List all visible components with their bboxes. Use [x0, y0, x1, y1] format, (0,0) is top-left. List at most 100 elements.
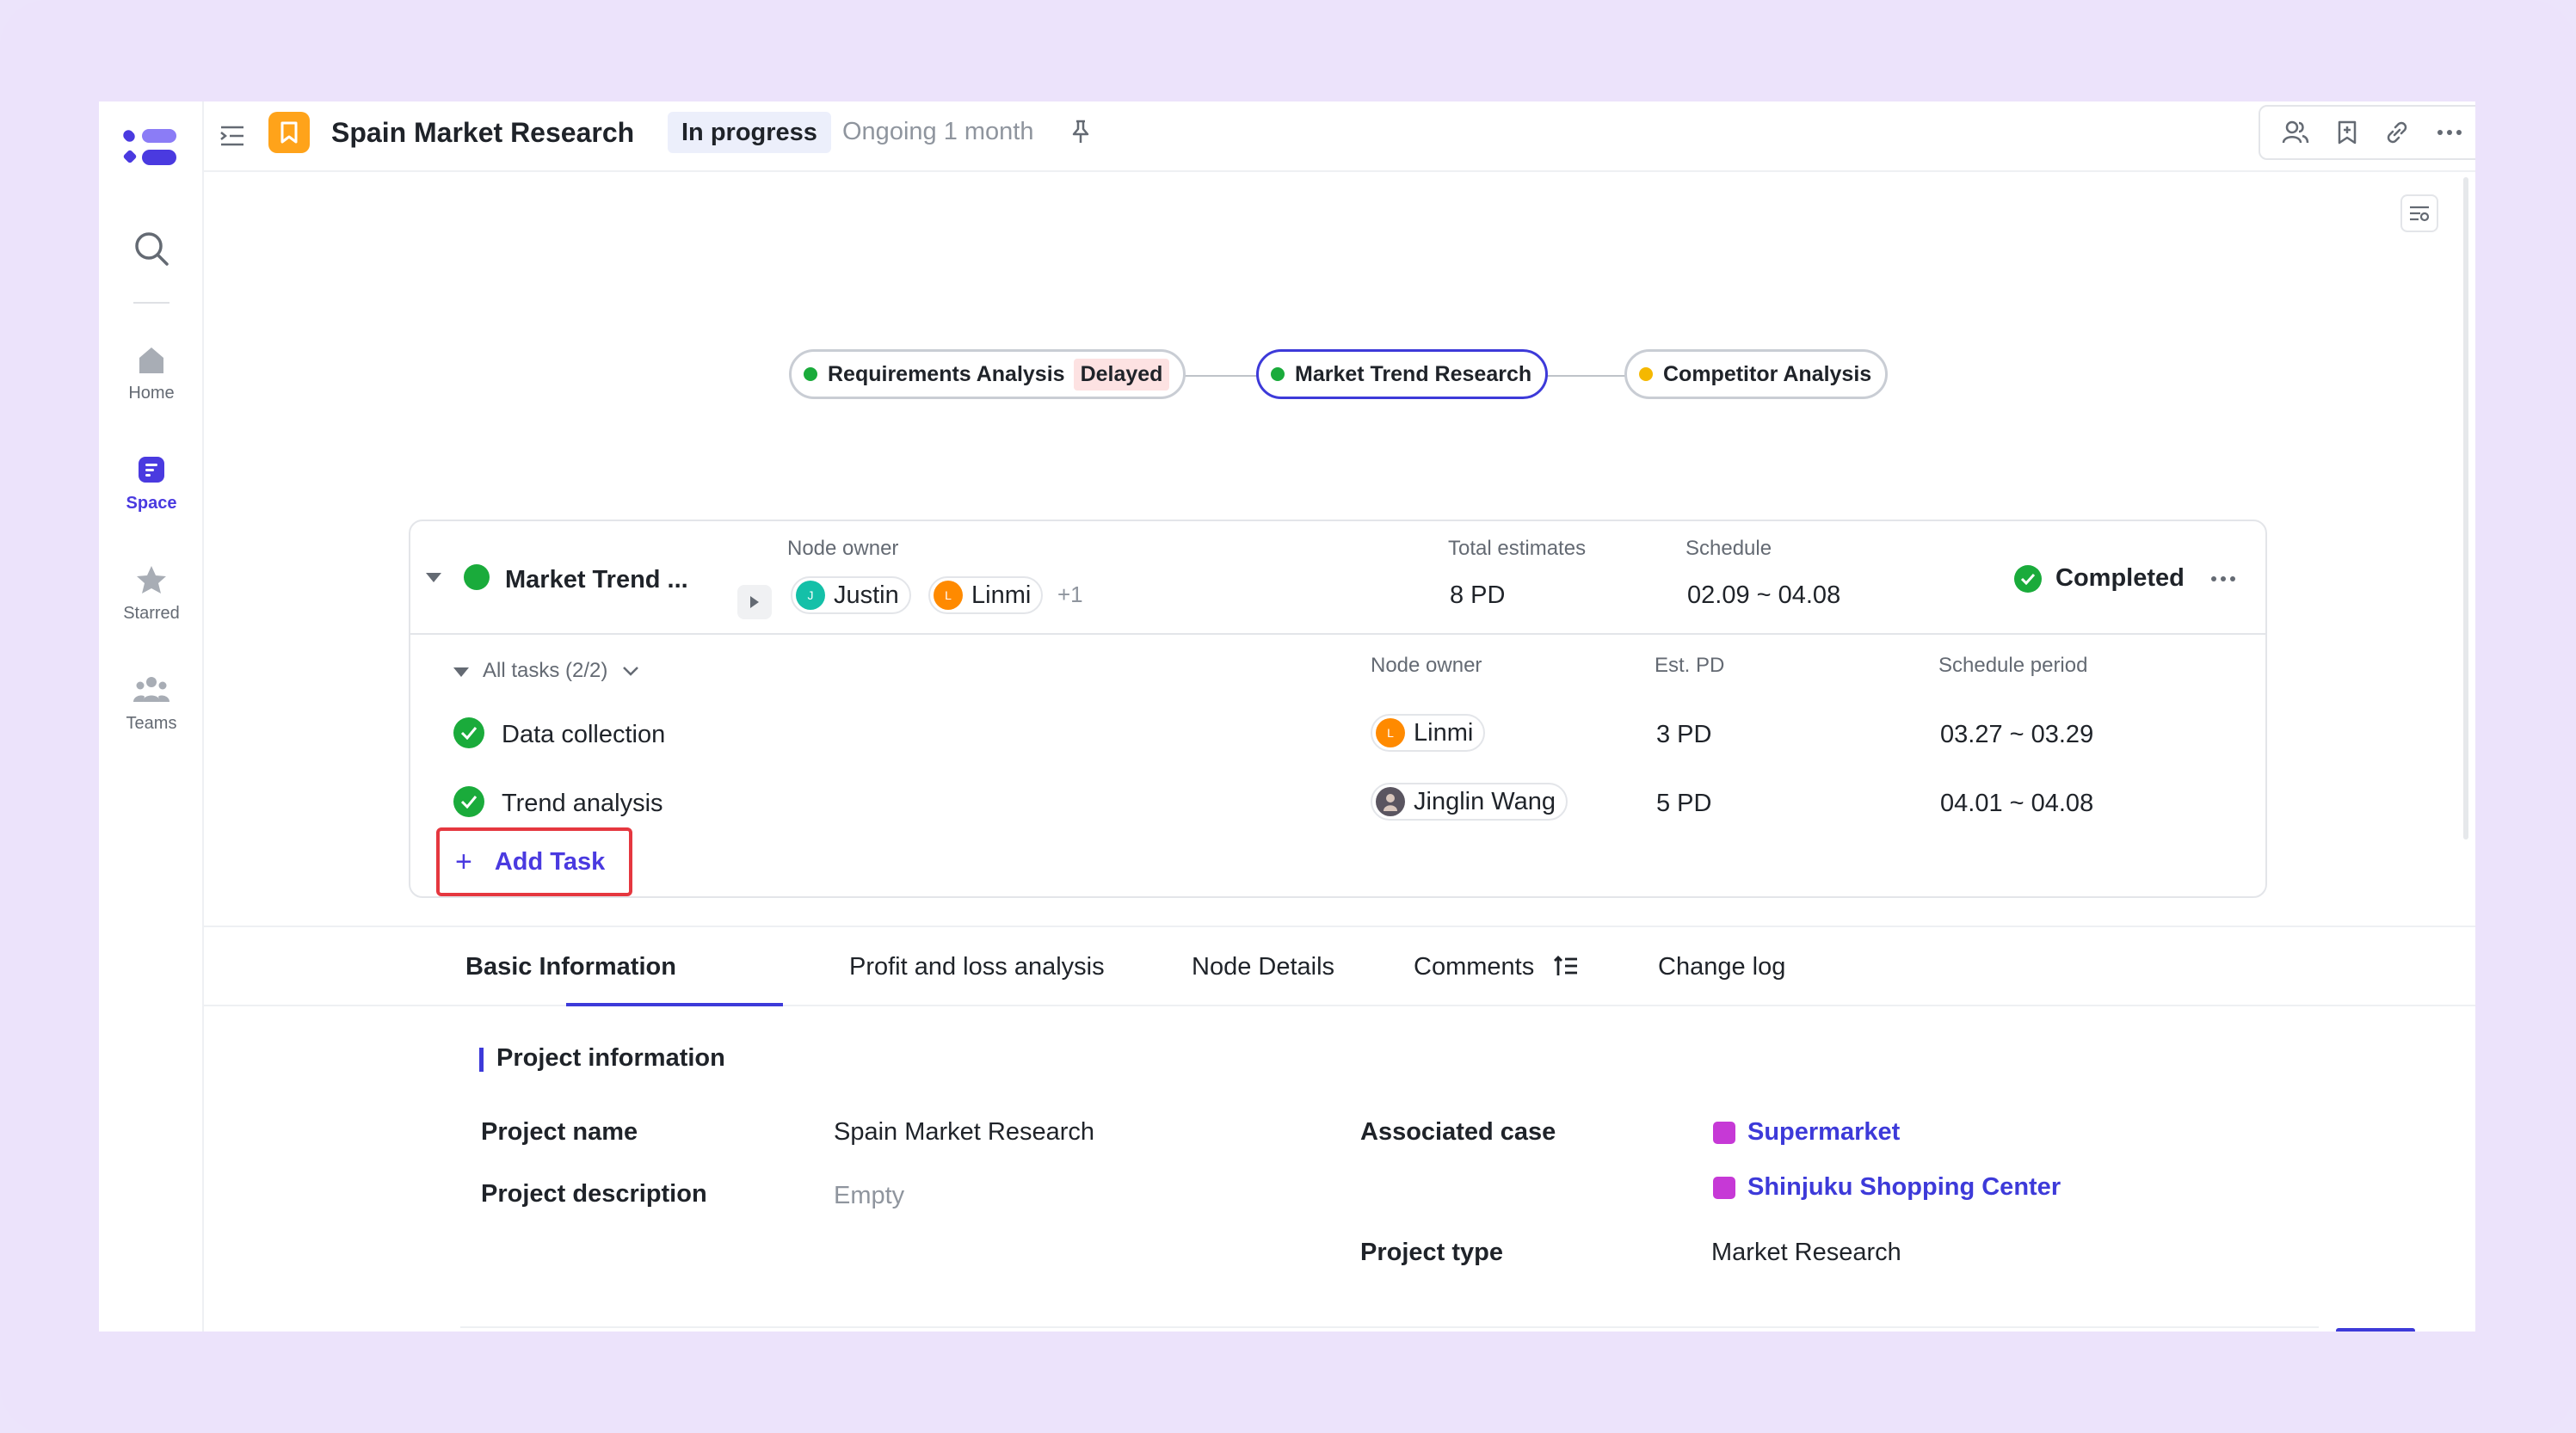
- completed-status[interactable]: Completed: [2014, 564, 2185, 593]
- nav-home[interactable]: Home: [99, 342, 204, 403]
- associated-case-label: Associated case: [1360, 1118, 1556, 1146]
- star-icon: [137, 566, 166, 593]
- detail-tabs: Basic Information Profit and loss analys…: [204, 926, 2475, 1006]
- completed-label: Completed: [2055, 564, 2185, 592]
- settings-sliders-icon: [2410, 206, 2430, 222]
- project-title: Spain Market Research: [331, 117, 635, 148]
- tab-comments-label: Comments: [1414, 953, 1535, 981]
- avatar: L: [934, 581, 963, 610]
- members-icon[interactable]: [2282, 120, 2309, 145]
- owner-chip[interactable]: J Justin: [791, 576, 911, 614]
- schedule-value: 02.09 ~ 04.08: [1687, 581, 1841, 609]
- node-title[interactable]: Market Trend ...: [505, 566, 688, 594]
- case-link-shinjuku[interactable]: Shinjuku Shopping Center: [1713, 1173, 2061, 1202]
- flow-node-label: Market Trend Research: [1295, 361, 1532, 386]
- node-owner-label: Node owner: [787, 537, 899, 560]
- all-tasks-filter[interactable]: All tasks (2/2): [483, 659, 639, 683]
- status-badge[interactable]: In progress: [668, 112, 831, 153]
- task-owner-chip[interactable]: Jinglin Wang: [1371, 783, 1568, 821]
- case-link-label: Supermarket: [1747, 1118, 1901, 1146]
- flow-node-label: Requirements Analysis: [828, 361, 1065, 386]
- nav-space-label: Space: [126, 494, 177, 513]
- node-card-header: Market Trend ... Node owner J Justin L L…: [410, 521, 2265, 635]
- status-dot: [1639, 367, 1653, 381]
- play-button[interactable]: [737, 585, 772, 619]
- project-name-value[interactable]: Spain Market Research: [834, 1118, 1094, 1147]
- nav-home-label: Home: [128, 384, 175, 403]
- task-complete-icon[interactable]: [453, 717, 484, 748]
- project-description-value[interactable]: Empty: [834, 1182, 904, 1210]
- floating-action-pill[interactable]: [2336, 1328, 2415, 1332]
- tab-node-details[interactable]: Node Details: [1192, 953, 1334, 981]
- more-icon[interactable]: [2437, 128, 2462, 137]
- nav-starred-label: Starred: [123, 604, 180, 623]
- flow-node-requirements[interactable]: Requirements Analysis Delayed: [789, 349, 1186, 399]
- total-estimates-label: Total estimates: [1448, 537, 1587, 560]
- node-card: Market Trend ... Node owner J Justin L L…: [409, 520, 2267, 898]
- toolbar-actions: [2259, 105, 2475, 160]
- project-type-label: Project type: [1360, 1239, 1503, 1266]
- nav-space[interactable]: Space: [99, 452, 204, 514]
- app-logo-icon[interactable]: [123, 126, 180, 170]
- left-rail: Home Space Starred Teams: [99, 101, 204, 1332]
- scrollbar[interactable]: [2463, 177, 2468, 840]
- project-description-label: Project description: [481, 1180, 707, 1208]
- task-period: 04.01 ~ 04.08: [1940, 790, 2094, 817]
- duration-text: Ongoing 1 month: [842, 118, 1034, 145]
- case-icon: [1713, 1176, 1735, 1199]
- task-est: 3 PD: [1656, 721, 1712, 748]
- section-accent-bar: [479, 1048, 484, 1072]
- tasks-col-period: Schedule period: [1938, 654, 2088, 677]
- nav-teams[interactable]: Teams: [99, 673, 204, 734]
- nav-teams-label: Teams: [126, 714, 177, 733]
- tab-profit-loss[interactable]: Profit and loss analysis: [849, 953, 1105, 981]
- project-bookmark-icon: [268, 112, 310, 153]
- search-icon[interactable]: [132, 229, 171, 268]
- section-title: Project information: [496, 1044, 725, 1072]
- project-name-label: Project name: [481, 1118, 638, 1146]
- case-link-label: Shinjuku Shopping Center: [1747, 1173, 2061, 1201]
- owners-more[interactable]: +1: [1057, 581, 1083, 608]
- tasks-caret-icon[interactable]: [453, 667, 469, 677]
- view-settings-button[interactable]: [2400, 194, 2438, 232]
- teams-icon: [133, 677, 169, 702]
- sort-icon[interactable]: [1553, 955, 1579, 977]
- case-icon: [1713, 1121, 1735, 1144]
- app-window: Home Space Starred Teams Spain Market Re…: [99, 101, 2475, 1332]
- avatar: [1376, 787, 1405, 816]
- owner-name: Justin: [834, 581, 899, 609]
- case-link-supermarket[interactable]: Supermarket: [1713, 1118, 1900, 1147]
- play-icon: [750, 596, 759, 608]
- project-type-value[interactable]: Market Research: [1711, 1239, 1901, 1267]
- schedule-label: Schedule: [1685, 537, 1772, 560]
- more-icon[interactable]: [2210, 575, 2236, 583]
- tab-basic-information[interactable]: Basic Information: [465, 953, 676, 981]
- owner-chip[interactable]: L Linmi: [928, 576, 1044, 614]
- task-est: 5 PD: [1656, 790, 1712, 817]
- flow-node-market-trend[interactable]: Market Trend Research: [1256, 349, 1549, 399]
- nav-starred[interactable]: Starred: [99, 563, 204, 624]
- task-owner-name: Jinglin Wang: [1414, 787, 1556, 815]
- avatar: L: [1376, 718, 1405, 747]
- add-task-label: Add Task: [494, 847, 606, 876]
- active-tab-indicator: [566, 1003, 783, 1006]
- link-icon[interactable]: [2384, 120, 2410, 145]
- task-complete-icon[interactable]: [453, 786, 484, 817]
- top-bar: Spain Market Research In progress Ongoin…: [204, 101, 2475, 172]
- rail-divider: [133, 302, 169, 304]
- task-name[interactable]: Data collection: [502, 721, 665, 749]
- add-task-button[interactable]: + Add Task: [436, 827, 632, 896]
- pin-icon[interactable]: [1070, 119, 1091, 145]
- tab-comments[interactable]: Comments: [1414, 953, 1579, 981]
- flow-node-label: Competitor Analysis: [1663, 361, 1872, 386]
- collapse-caret-icon[interactable]: [426, 573, 441, 582]
- tab-change-log[interactable]: Change log: [1658, 953, 1785, 981]
- task-name[interactable]: Trend analysis: [502, 790, 663, 818]
- bookmark-add-icon[interactable]: [2336, 120, 2358, 145]
- status-dot: [1271, 367, 1285, 381]
- owner-name: Linmi: [971, 581, 1032, 609]
- plus-icon: +: [455, 845, 472, 878]
- expand-sidebar-icon[interactable]: [219, 124, 245, 148]
- task-owner-chip[interactable]: L Linmi: [1371, 714, 1486, 752]
- flow-node-competitor[interactable]: Competitor Analysis: [1624, 349, 1889, 399]
